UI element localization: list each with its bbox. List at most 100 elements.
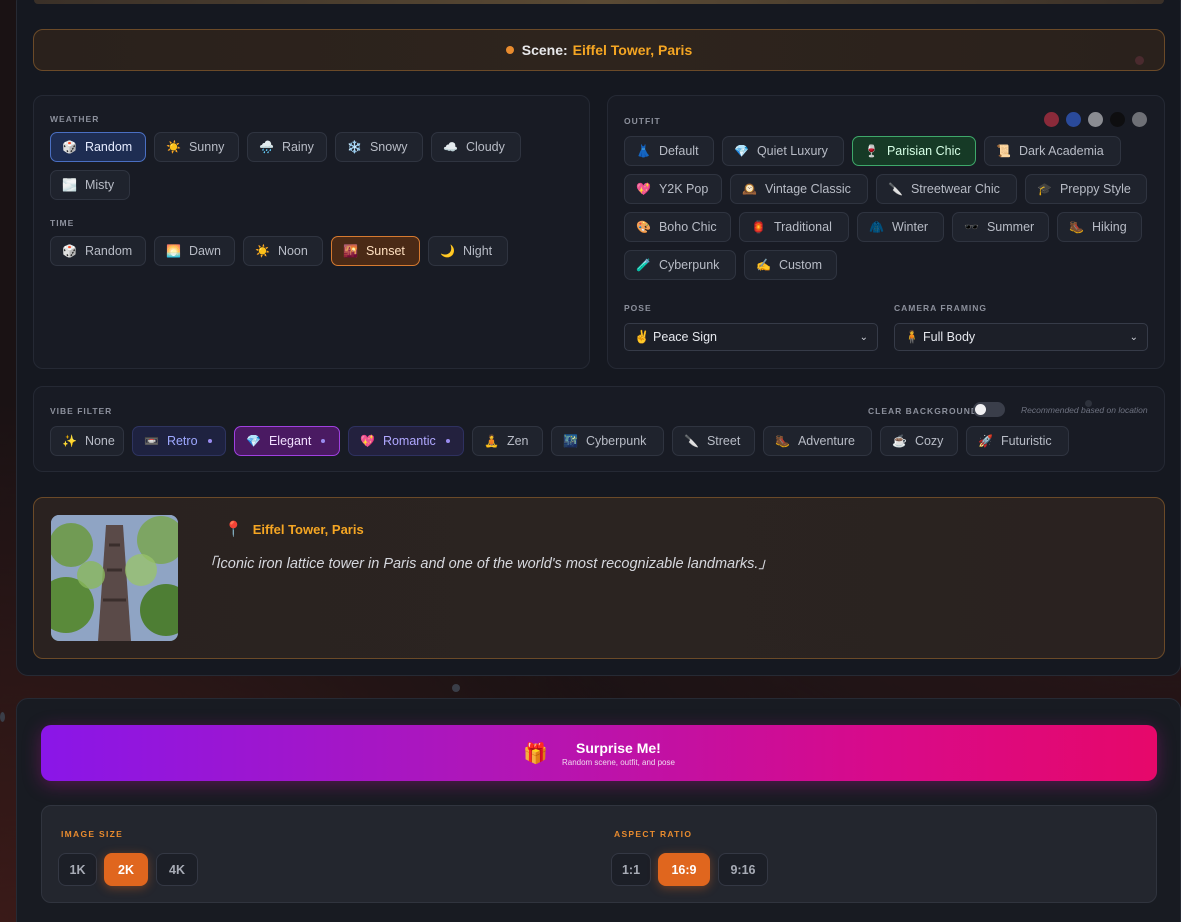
pose-select[interactable]: ✌️ Peace Sign ⌄	[624, 323, 878, 351]
scene-status-dot	[505, 46, 514, 54]
outfit-option-traditional[interactable]: 🏮 Traditional	[739, 212, 849, 242]
time-option-dawn[interactable]: 🌅 Dawn	[154, 236, 235, 266]
vibe-option-cyberpunk[interactable]: 🌃 Cyberpunk	[551, 426, 664, 456]
weather-option-random[interactable]: 🎲 Random	[50, 132, 146, 162]
weather-option-rainy[interactable]: 🌧️ Rainy	[247, 132, 327, 162]
sun-icon: ☀️	[166, 140, 181, 154]
vibe-filter-label: VIBE FILTER	[50, 406, 113, 416]
gift-icon: 🎁	[523, 742, 548, 765]
recommended-dot	[207, 439, 212, 443]
scene-label: Scene:	[521, 42, 568, 58]
aspect-ratio-16-9[interactable]: 16:9	[658, 853, 710, 886]
time-option-sunset[interactable]: 🌇 Sunset	[331, 236, 420, 266]
meditation-icon: 🧘	[484, 434, 499, 448]
scene-banner-edge	[34, 0, 1164, 4]
lantern-icon: 🏮	[751, 220, 766, 234]
time-option-night[interactable]: 🌙 Night	[428, 236, 508, 266]
toggle-knob	[975, 404, 986, 415]
color-swatch-gray[interactable]	[1088, 112, 1103, 127]
time-label: TIME	[50, 218, 75, 228]
gem-icon: 💎	[246, 434, 261, 448]
coat-icon: 🧥	[869, 220, 884, 234]
outfit-option-quiet-luxury[interactable]: 💎 Quiet Luxury	[722, 136, 844, 166]
image-size-4k[interactable]: 4K	[156, 853, 198, 886]
cloud-icon: ☁️	[443, 140, 458, 154]
vibe-option-retro[interactable]: 📼 Retro	[132, 426, 226, 456]
graduation-cap-icon: 🎓	[1037, 182, 1052, 196]
pose-label: POSE	[624, 303, 652, 313]
rocket-icon: 🚀	[978, 434, 993, 448]
weather-option-cloudy[interactable]: ☁️ Cloudy	[431, 132, 521, 162]
surprise-me-button[interactable]: 🎁 Surprise Me! Random scene, outfit, and…	[41, 725, 1157, 781]
videocassette-icon: 📼	[144, 434, 159, 448]
outfit-option-y2k-pop[interactable]: 💖 Y2K Pop	[624, 174, 722, 204]
weather-option-misty[interactable]: 🌫️ Misty	[50, 170, 130, 200]
outfit-option-cyberpunk[interactable]: 🧪 Cyberpunk	[624, 250, 736, 280]
vibe-option-elegant[interactable]: 💎 Elegant	[234, 426, 340, 456]
surprise-me-subtitle: Random scene, outfit, and pose	[561, 757, 675, 767]
outfit-option-dark-academia[interactable]: 📜 Dark Academia	[984, 136, 1121, 166]
sunset-icon: 🌇	[343, 244, 358, 258]
background-particle	[452, 684, 460, 692]
color-swatch-slate[interactable]	[1132, 112, 1147, 127]
knife-icon: 🔪	[888, 182, 903, 196]
sun-icon: ☀️	[255, 244, 270, 258]
clock-icon: 🕰️	[742, 182, 757, 196]
vibe-option-zen[interactable]: 🧘 Zen	[472, 426, 543, 456]
surprise-me-title: Surprise Me!	[576, 739, 661, 756]
image-size-1k[interactable]: 1K	[58, 853, 97, 886]
fog-icon: 🌫️	[62, 178, 77, 192]
knife-icon: 🔪	[684, 434, 699, 448]
wine-glass-icon: 🍷	[864, 144, 879, 158]
outfit-option-summer[interactable]: 🕶️ Summer	[952, 212, 1049, 242]
location-image	[51, 515, 178, 641]
time-option-noon[interactable]: ☀️ Noon	[243, 236, 323, 266]
outfit-option-winter[interactable]: 🧥 Winter	[857, 212, 944, 242]
vibe-option-futuristic[interactable]: 🚀 Futuristic	[966, 426, 1069, 456]
outfit-option-parisian-chic[interactable]: 🍷 Parisian Chic	[852, 136, 976, 166]
snowflake-icon: ❄️	[347, 140, 362, 154]
outfit-option-streetwear-chic[interactable]: 🔪 Streetwear Chic	[876, 174, 1017, 204]
vibe-option-none[interactable]: ✨ None	[50, 426, 124, 456]
palette-icon: 🎨	[636, 220, 651, 234]
image-size-label: IMAGE SIZE	[61, 829, 124, 839]
writing-hand-icon: ✍️	[756, 258, 771, 272]
pose-select-value: ✌️ Peace Sign	[634, 329, 717, 344]
aspect-ratio-9-16[interactable]: 9:16	[718, 853, 768, 886]
coffee-icon: ☕	[892, 434, 907, 448]
eiffel-tower-photo-icon	[51, 515, 178, 641]
time-option-random[interactable]: 🎲 Random	[50, 236, 146, 266]
outfit-option-custom[interactable]: ✍️ Custom	[744, 250, 837, 280]
color-swatch-black[interactable]	[1110, 112, 1125, 127]
chevron-down-icon: ⌄	[859, 331, 868, 343]
recommended-note: Recommended based on location	[1021, 405, 1148, 415]
night-city-icon: 🌃	[563, 434, 578, 448]
outfit-option-boho-chic[interactable]: 🎨 Boho Chic	[624, 212, 731, 242]
rain-cloud-icon: 🌧️	[259, 140, 274, 154]
vibe-option-cozy[interactable]: ☕ Cozy	[880, 426, 958, 456]
color-swatch-blue[interactable]	[1066, 112, 1081, 127]
clear-background-toggle[interactable]	[973, 402, 1005, 417]
outfit-option-hiking[interactable]: 🥾 Hiking	[1057, 212, 1142, 242]
image-size-2k[interactable]: 2K	[104, 853, 148, 886]
weather-option-sunny[interactable]: ☀️ Sunny	[154, 132, 239, 162]
dice-icon: 🎲	[62, 244, 77, 258]
weather-label: WEATHER	[50, 114, 100, 124]
vibe-option-adventure[interactable]: 🥾 Adventure	[763, 426, 872, 456]
sparkling-heart-icon: 💖	[360, 434, 375, 448]
weather-option-snowy[interactable]: ❄️ Snowy	[335, 132, 423, 162]
outfit-option-preppy-style[interactable]: 🎓 Preppy Style	[1025, 174, 1147, 204]
vibe-option-street[interactable]: 🔪 Street	[672, 426, 755, 456]
outfit-label: OUTFIT	[624, 116, 661, 126]
color-swatch-red[interactable]	[1044, 112, 1059, 127]
outfit-option-default[interactable]: 👗 Default	[624, 136, 714, 166]
aspect-ratio-1-1[interactable]: 1:1	[611, 853, 651, 886]
outfit-option-vintage-classic[interactable]: 🕰️ Vintage Classic	[730, 174, 868, 204]
camera-framing-select[interactable]: 🧍 Full Body ⌄	[894, 323, 1148, 351]
scene-header: Scene: Eiffel Tower, Paris	[33, 29, 1165, 71]
hiking-boot-icon: 🥾	[775, 434, 790, 448]
sunglasses-icon: 🕶️	[964, 220, 979, 234]
dress-icon: 👗	[636, 144, 651, 158]
hiking-boot-icon: 🥾	[1069, 220, 1084, 234]
vibe-option-romantic[interactable]: 💖 Romantic	[348, 426, 464, 456]
